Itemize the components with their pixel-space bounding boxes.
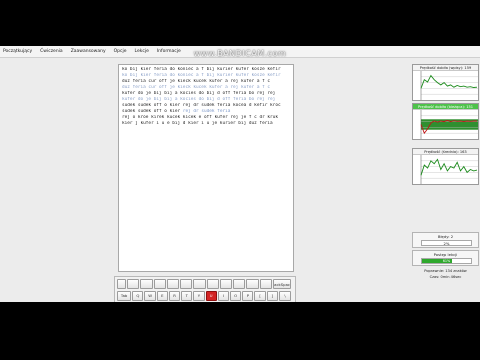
key[interactable]: [ [254,290,266,301]
key[interactable] [219,279,233,289]
keyboard-row: BackSpace [117,279,292,290]
errors-label: Błędy: 2 [437,234,454,239]
key[interactable] [246,279,259,289]
key[interactable]: W [144,290,156,301]
menu-item[interactable]: Informacje [157,49,181,54]
progress-label: Postęp lekcji [433,252,458,257]
progress-box: Postęp lekcji 61% [412,250,479,266]
progress-bar: 61% [421,258,472,264]
key[interactable]: P [242,290,254,301]
graph-plot [420,155,478,184]
menu-item[interactable]: Początkujący [3,49,32,54]
speed-graph: Prędkość dobiła (bieżąca): 151 [412,103,479,140]
menu-item[interactable]: Ćwiczenia [40,49,63,54]
graph-series-line [420,74,478,89]
key[interactable] [140,279,153,289]
menu-item[interactable]: Lekcje [135,49,149,54]
summary-line: Czas: 0min 46sec [429,275,462,279]
key[interactable]: Y [193,290,205,301]
summary-line: Poprawnie: 134 znaków [424,269,467,273]
speed-graph: Prędkość dobiła (wpisy): 159 [412,64,479,101]
key[interactable] [193,279,206,289]
errors-value: 2% [421,240,472,246]
stats-panel: Prędkość dobiła (wpisy): 159 Prędkość dob… [412,64,479,300]
key[interactable]: Tab [117,290,132,301]
app-window: Początkujący Ćwiczenia Zaawansowany Opcje Le… [0,46,480,302]
key[interactable] [259,279,272,289]
key[interactable]: ] [266,290,278,301]
graph-series-line [420,158,478,176]
key[interactable]: I [217,290,230,301]
progress-text: 61% [442,259,451,263]
typed-line: kier j kufer i u e bij d kier i u je kur… [122,121,273,126]
key[interactable]: \ [278,290,292,301]
key[interactable]: R [168,290,181,301]
key[interactable]: T [181,290,193,301]
menu-item[interactable]: Opcje [114,49,127,54]
graph-plot [420,71,478,100]
key[interactable] [233,279,246,289]
keyboard-row: Tab Q W E R T Y U I O P[] \ [117,290,292,302]
key[interactable] [117,279,127,289]
on-screen-keyboard: BackSpaceTabQWERTYUIOP[]\Caps LockASDFGH… [114,276,296,302]
errors-box: Błędy: 2 2% [412,232,479,248]
lesson-text-panel[interactable]: ko bij kier feria do koniec a f bij kuri… [118,64,294,272]
key[interactable] [206,279,219,289]
key[interactable]: O [230,290,242,301]
key[interactable]: Q [132,290,144,301]
key[interactable]: BackSpace [272,279,292,289]
menu-bar: Początkujący Ćwiczenia Zaawansowany Opcje Le… [0,46,480,58]
remaining-segment: rej dr sudek feria [182,109,231,114]
key-active[interactable]: U [205,290,217,301]
speed-graph: Prędkość (średnia): 163 [412,148,479,185]
key[interactable] [127,279,140,289]
menu-item[interactable]: Zaawansowany [71,49,106,54]
key[interactable] [153,279,166,289]
typed-segment: sudek sudek off o kier [122,109,183,114]
key[interactable] [166,279,180,289]
key[interactable] [180,279,193,289]
key[interactable]: E [156,290,168,301]
graph-plot [420,110,478,139]
